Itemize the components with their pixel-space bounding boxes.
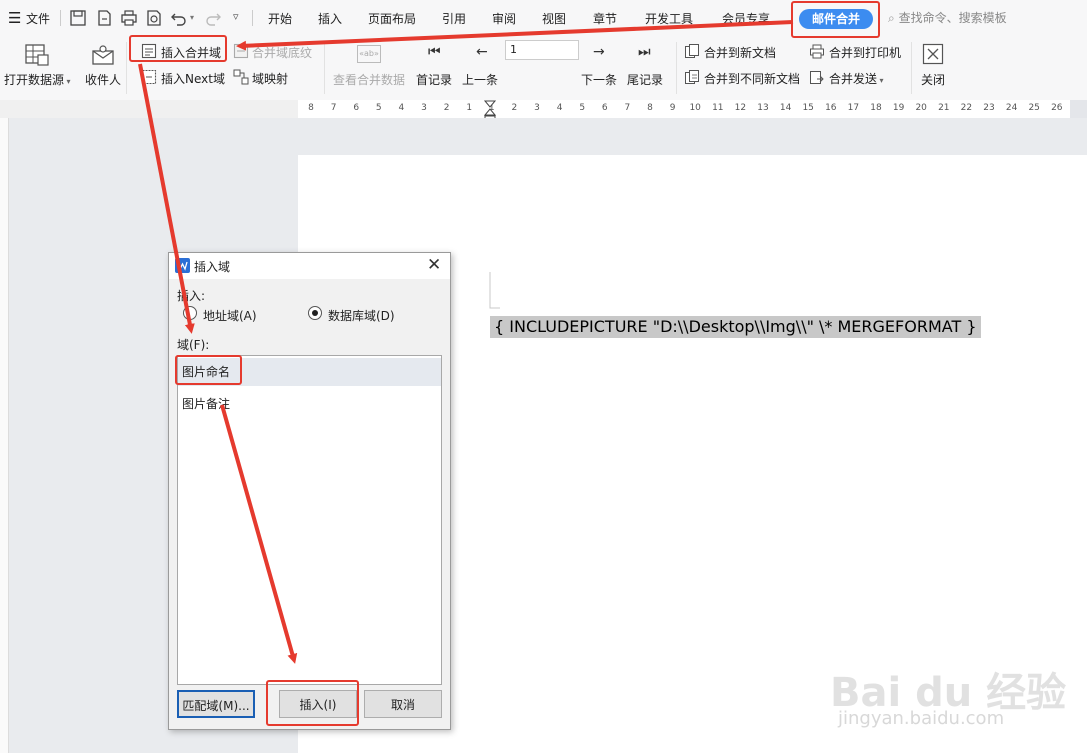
arrow-to-insert-button <box>220 404 298 664</box>
baidu-watermark-url: jingyan.baidu.com <box>838 708 1005 729</box>
arrow-to-field-list <box>138 63 195 334</box>
arrow-to-insert-merge-field <box>236 20 794 51</box>
annotation-arrows <box>138 20 794 664</box>
